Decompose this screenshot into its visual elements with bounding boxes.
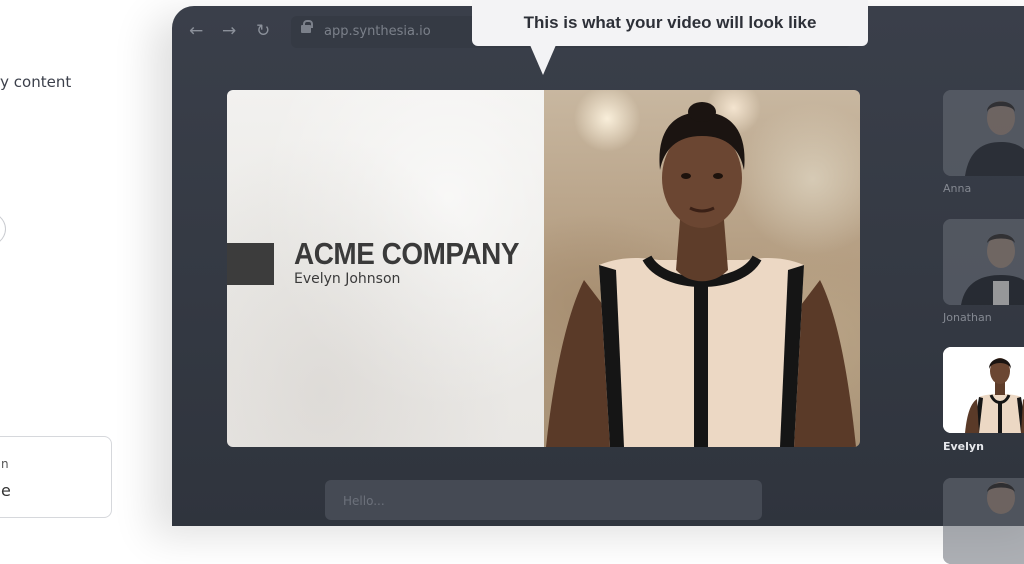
preview-tooltip: This is what your video will look like <box>472 0 868 46</box>
video-preview[interactable]: ACME COMPANY Evelyn Johnson <box>227 90 860 447</box>
back-arrow-icon[interactable]: ← <box>189 23 203 40</box>
avatar-card-evelyn[interactable] <box>943 347 1024 433</box>
lock-icon <box>301 20 313 34</box>
left-option-card[interactable]: n e <box>0 436 112 518</box>
avatar-card-jonathan[interactable] <box>943 219 1024 305</box>
tooltip-arrow <box>530 45 556 75</box>
script-input[interactable]: Hello... <box>325 480 762 520</box>
avatar-label-anna: Anna <box>943 182 972 195</box>
avatar-thumbnail <box>943 347 1024 433</box>
left-page-text: ry content <box>0 73 72 91</box>
company-title: ACME COMPANY <box>294 236 520 271</box>
title-accent-block <box>227 243 274 285</box>
left-card-line1: n <box>1 457 9 471</box>
avatar-thumbnail <box>943 90 1024 176</box>
script-input-placeholder: Hello... <box>343 494 385 508</box>
left-card-line2: e <box>1 481 11 500</box>
reload-icon[interactable]: ↻ <box>256 23 270 40</box>
avatar-thumbnail <box>943 219 1024 305</box>
left-radio-control[interactable] <box>0 210 6 248</box>
presenter-avatar <box>546 102 856 447</box>
avatar-label-evelyn: Evelyn <box>943 440 984 453</box>
avatar-thumbnail <box>943 478 1024 564</box>
avatar-card-next[interactable] <box>943 478 1024 564</box>
avatar-card-anna[interactable] <box>943 90 1024 176</box>
forward-arrow-icon[interactable]: → <box>222 23 236 40</box>
presenter-name: Evelyn Johnson <box>294 271 401 287</box>
avatar-label-jonathan: Jonathan <box>943 311 992 324</box>
url-text: app.synthesia.io <box>324 24 431 39</box>
